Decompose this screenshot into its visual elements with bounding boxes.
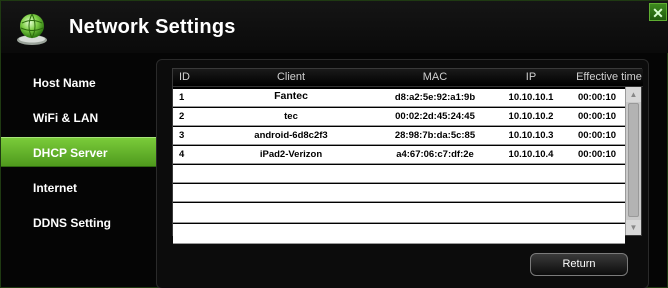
close-icon: ✕ — [652, 5, 664, 21]
cell-client: iPad2-Verizon — [259, 149, 323, 160]
column-header-ip: IP — [525, 71, 537, 83]
cell-client: android-6d8c2f3 — [254, 130, 328, 141]
title-bar: Network Settings ✕ — [1, 1, 668, 53]
cell-ip: 10.10.10.2 — [508, 111, 554, 122]
table-row[interactable]: 2 tec 00:02:2d:45:24:45 10.10.10.2 00:00… — [173, 108, 625, 126]
cell-ip: 10.10.10.4 — [508, 149, 554, 160]
table-header: ID Client MAC IP Effective time — [173, 69, 643, 87]
cell-effective-time: 00:00:10 — [577, 111, 617, 122]
close-button[interactable]: ✕ — [649, 3, 667, 21]
column-header-client: Client — [276, 71, 306, 83]
cell-mac: 00:02:2d:45:24:45 — [395, 111, 475, 122]
window-title: Network Settings — [69, 16, 236, 38]
column-header-effective-time: Effective time — [576, 71, 642, 83]
cell-id: 2 — [179, 111, 185, 122]
sidebar-item-ddns-setting[interactable]: DDNS Setting — [1, 208, 157, 238]
scroll-up-arrow-icon[interactable]: ▲ — [626, 87, 641, 102]
return-button[interactable]: Return — [530, 253, 628, 276]
table-row[interactable]: 3 android-6d8c2f3 28:98:7b:da:5c:85 10.1… — [173, 127, 625, 145]
sidebar-item-wifi-lan[interactable]: WiFi & LAN — [1, 103, 157, 133]
table-row-empty[interactable] — [173, 224, 625, 244]
cell-client: Fantec — [274, 90, 308, 102]
table-row-empty[interactable] — [173, 184, 625, 202]
column-header-mac: MAC — [422, 71, 448, 83]
table-row-empty[interactable] — [173, 165, 625, 183]
sidebar-item-internet[interactable]: Internet — [1, 173, 157, 203]
table-row[interactable]: 4 iPad2-Verizon a4:67:06:c7:df:2e 10.10.… — [173, 146, 625, 164]
table-row[interactable]: 1 Fantec d8:a2:5e:92:a1:9b 10.10.10.1 00… — [173, 89, 625, 107]
sidebar-item-host-name[interactable]: Host Name — [1, 68, 157, 98]
dhcp-clients-table: ID Client MAC IP Effective time 1 Fantec… — [172, 68, 643, 244]
scroll-down-arrow-icon[interactable]: ▼ — [626, 220, 641, 235]
scrollbar-thumb[interactable] — [628, 103, 639, 217]
cell-effective-time: 00:00:10 — [577, 149, 617, 160]
cell-mac: a4:67:06:c7:df:2e — [396, 149, 474, 160]
cell-mac: d8:a2:5e:92:a1:9b — [394, 92, 476, 103]
cell-id: 1 — [179, 92, 185, 103]
sidebar: Host Name WiFi & LAN DHCP Server Interne… — [1, 61, 157, 288]
cell-id: 3 — [179, 130, 185, 141]
network-settings-window: Network Settings ✕ Host Name WiFi & LAN … — [0, 0, 668, 288]
cell-mac: 28:98:7b:da:5c:85 — [394, 130, 476, 141]
cell-ip: 10.10.10.1 — [508, 92, 554, 103]
cell-effective-time: 00:00:10 — [577, 130, 617, 141]
cell-effective-time: 00:00:10 — [577, 92, 617, 103]
cell-ip: 10.10.10.3 — [508, 130, 554, 141]
cell-client: tec — [284, 111, 298, 122]
sidebar-item-dhcp-server[interactable]: DHCP Server — [1, 137, 157, 167]
column-header-id: ID — [179, 71, 190, 83]
table-scrollbar[interactable]: ▲ ▼ — [625, 87, 641, 235]
cell-id: 4 — [179, 149, 185, 160]
table-row-empty[interactable] — [173, 203, 625, 223]
network-globe-icon — [13, 9, 51, 47]
